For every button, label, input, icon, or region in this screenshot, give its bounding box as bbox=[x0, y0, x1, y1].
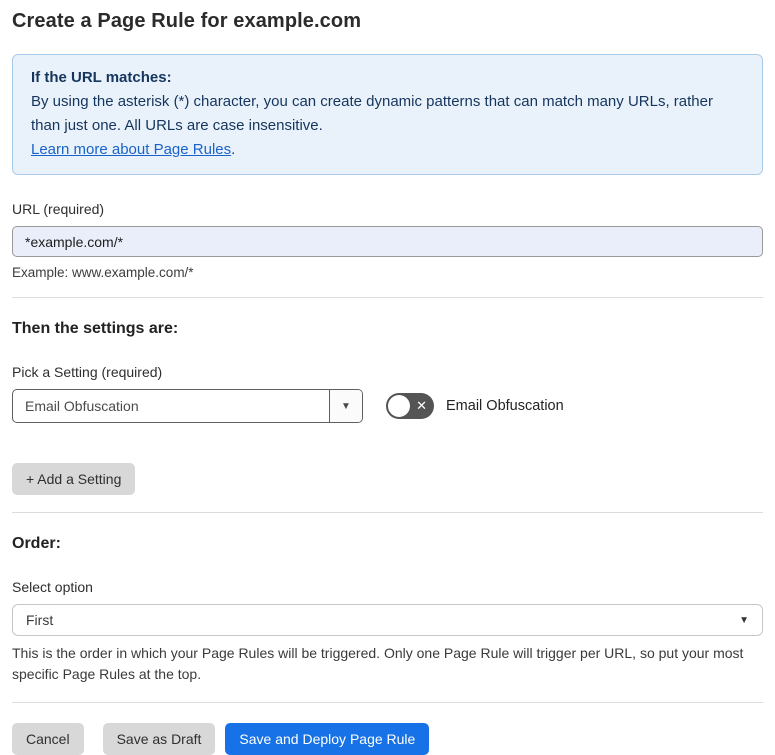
pick-setting-label: Pick a Setting (required) bbox=[12, 364, 163, 380]
learn-more-link[interactable]: Learn more about Page Rules bbox=[31, 141, 231, 158]
info-box-heading: If the URL matches: bbox=[31, 69, 172, 86]
save-and-deploy-button[interactable]: Save and Deploy Page Rule bbox=[225, 723, 430, 755]
link-suffix: . bbox=[231, 141, 236, 158]
url-field-label: URL (required) bbox=[12, 201, 105, 217]
toggle-knob bbox=[388, 395, 410, 417]
url-match-info-box: If the URL matches: By using the asteris… bbox=[12, 54, 763, 175]
footer-actions: Cancel Save as Draft Save and Deploy Pag… bbox=[12, 723, 763, 755]
page-title: Create a Page Rule for example.com bbox=[12, 10, 362, 32]
toggle-label: Email Obfuscation bbox=[446, 398, 564, 414]
url-example-text: Example: www.example.com/* bbox=[12, 265, 194, 280]
order-section-heading: Order: bbox=[12, 535, 61, 552]
x-icon: ✕ bbox=[416, 398, 427, 414]
order-help-text: This is the order in which your Page Rul… bbox=[12, 645, 744, 682]
add-setting-button[interactable]: + Add a Setting bbox=[12, 463, 136, 495]
info-box-body: By using the asterisk (*) character, you… bbox=[31, 93, 713, 134]
setting-dropdown[interactable]: Email Obfuscation ▼ bbox=[12, 389, 363, 423]
setting-row: Email Obfuscation ▼ ✕ Email Obfuscation bbox=[12, 389, 763, 423]
divider bbox=[12, 512, 763, 513]
select-option-label: Select option bbox=[12, 579, 93, 595]
order-select-value: First bbox=[26, 612, 54, 628]
info-box-link-line: Learn more about Page Rules. bbox=[31, 138, 744, 162]
cancel-button[interactable]: Cancel bbox=[12, 723, 84, 755]
create-page-rule-form: Create a Page Rule for example.com If th… bbox=[0, 10, 775, 755]
settings-section-heading: Then the settings are: bbox=[12, 320, 179, 337]
caret-down-icon[interactable]: ▼ bbox=[329, 390, 362, 422]
url-input[interactable] bbox=[12, 226, 763, 257]
email-obfuscation-toggle[interactable]: ✕ bbox=[386, 393, 434, 419]
divider bbox=[12, 702, 763, 703]
order-select[interactable]: First ▼ bbox=[12, 604, 763, 636]
setting-dropdown-value: Email Obfuscation bbox=[25, 398, 139, 414]
chevron-down-icon: ▼ bbox=[739, 614, 749, 626]
divider bbox=[12, 297, 763, 298]
save-as-draft-button[interactable]: Save as Draft bbox=[102, 723, 216, 755]
